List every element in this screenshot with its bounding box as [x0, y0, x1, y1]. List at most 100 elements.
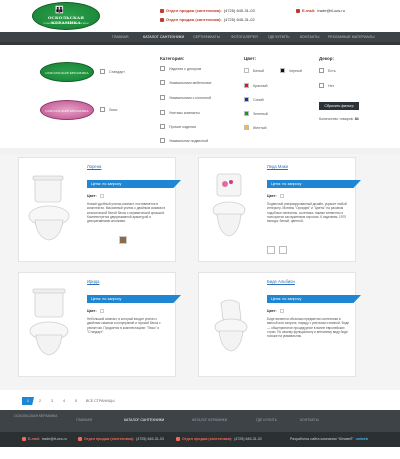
color-label: Зеленый — [253, 111, 268, 116]
color-item-red[interactable]: Красный — [244, 83, 267, 88]
lux-checkbox[interactable] — [100, 107, 105, 112]
footer-logo[interactable]: ОСКОЛЬСКАЯ КЕРАМИКА — [14, 414, 58, 428]
footer-phone-number[interactable]: (4725) 645-31-03 — [136, 437, 164, 441]
page-4[interactable]: 4 — [58, 397, 70, 405]
category-item[interactable]: Унитазы компакты — [160, 110, 200, 115]
category-checkbox[interactable] — [160, 66, 165, 71]
category-checkbox[interactable] — [160, 95, 165, 100]
color-swatch[interactable] — [244, 68, 249, 73]
color-swatch[interactable] — [244, 125, 249, 130]
color-item-blue[interactable]: Синий — [244, 97, 264, 102]
footer-nav-catalog[interactable]: КАТАЛОГ САНТЕХНИКИ — [124, 418, 164, 422]
product-card: Ирида Цена: по запросу Цвет: Небольшой к… — [18, 272, 181, 377]
product-count: Количество товаров: 84 — [319, 117, 359, 121]
color-swatch — [99, 309, 104, 313]
price-bar: Цена: по запросу — [87, 295, 181, 303]
nav-gallery[interactable]: ФОТОГАЛЕРЕЯ — [231, 32, 258, 42]
product-description: Биде является обычным предметом сантехни… — [267, 317, 350, 339]
category-label: Изделия с декором — [169, 66, 202, 71]
category-item[interactable]: Умывальники мебельные — [160, 80, 211, 85]
phone-number[interactable]: (4725) 645-31-02 — [224, 17, 255, 22]
product-name[interactable]: Лорена — [87, 164, 101, 169]
product-image[interactable] — [23, 279, 83, 369]
page-5[interactable]: 5 — [70, 397, 82, 405]
category-item[interactable]: Умывальник подвесной — [160, 138, 208, 143]
lux-thumb[interactable]: ОСКОЛЬСКАЯ КЕРАМИКА — [40, 100, 94, 120]
developer-brand[interactable]: uniweb — [356, 437, 368, 441]
standard-thumb-text: ОСКОЛЬСКАЯ КЕРАМИКА — [45, 71, 89, 75]
product-image[interactable] — [23, 164, 83, 254]
decor-checkbox[interactable] — [319, 68, 324, 73]
all-pages-link[interactable]: ВСЕ СТРАНИЦЫ — [86, 399, 115, 403]
color-swatch[interactable] — [280, 68, 285, 73]
category-item[interactable]: Прочие изделия — [160, 124, 196, 129]
phone-icon — [160, 8, 164, 13]
footer-nav-where[interactable]: ГДЕ КУПИТЬ — [256, 418, 277, 422]
page-1[interactable]: 1 — [22, 397, 34, 405]
email-link[interactable]: trade@tt-ocs.ru — [317, 8, 345, 13]
product-name[interactable]: Биде Альбион — [267, 279, 295, 284]
footer-email-link[interactable]: trade@tt-ocs.ru — [42, 437, 67, 441]
category-checkbox[interactable] — [160, 110, 165, 115]
standard-thumb[interactable]: ОСКОЛЬСКАЯ КЕРАМИКА — [40, 62, 94, 82]
footer-nav-contacts[interactable]: КОНТАКТЫ — [300, 418, 319, 422]
phone-number[interactable]: (4725) 645-31-03 — [224, 8, 255, 13]
filter-lux[interactable]: Люкс — [100, 107, 117, 112]
color-row: Цвет: — [87, 194, 104, 198]
logo-slogan: Сантехника для всей семьи — [43, 21, 89, 25]
decor-label: Есть — [328, 68, 336, 73]
category-label: Умывальники мебельные — [169, 80, 212, 85]
page-3[interactable]: 3 — [46, 397, 58, 405]
color-swatch[interactable] — [244, 83, 249, 88]
nav-certificates[interactable]: СЕРТИФИКАТЫ — [193, 32, 220, 42]
product-mini-thumb[interactable] — [119, 236, 127, 244]
category-label: Умывальник подвесной — [169, 138, 209, 143]
filter-standard[interactable]: Стандарт — [100, 69, 125, 74]
email-label: E-mail: — [302, 8, 316, 13]
price-bar: Цена: по запросу — [267, 295, 361, 303]
logo[interactable]: 👪 ОСКОЛЬСКАЯ КЕРАМИКА Сантехника для все… — [32, 2, 100, 30]
header: 👪 ОСКОЛЬСКАЯ КЕРАМИКА Сантехника для все… — [0, 0, 400, 32]
nav-catalog[interactable]: КАТАЛОГ САНТЕХНИКИ — [143, 32, 184, 42]
color-item-yellow[interactable]: Желтый — [244, 125, 267, 130]
product-name[interactable]: Ирида — [87, 279, 99, 284]
category-item[interactable]: Изделия с декором — [160, 66, 201, 71]
nav-home[interactable]: ГЛАВНАЯ — [112, 32, 128, 42]
standard-checkbox[interactable] — [100, 69, 105, 74]
nav-ads[interactable]: РЕКЛАМНЫЕ МАТЕРИАЛЫ — [328, 32, 375, 42]
product-image[interactable] — [203, 164, 263, 254]
decor-item-yes[interactable]: Есть — [319, 68, 336, 73]
reset-filter-button[interactable]: Сбросить фильтр — [319, 102, 359, 110]
nav-contacts[interactable]: КОНТАКТЫ — [300, 32, 319, 42]
footer-phone-number[interactable]: (4725) 645-31-02 — [234, 437, 262, 441]
decor-item-no[interactable]: Нет — [319, 83, 334, 88]
color-swatch[interactable] — [244, 111, 249, 116]
product-name[interactable]: Леда Маки — [267, 164, 288, 169]
color-swatch[interactable] — [244, 97, 249, 102]
category-label: Умывальники с колонной — [169, 95, 212, 100]
nav-where-to-buy[interactable]: ГДЕ КУПИТЬ — [268, 32, 290, 42]
price-bar: Цена: по запросу — [267, 180, 361, 188]
decor-label: Нет — [328, 83, 335, 88]
header-email: E-mail: trade@tt-ocs.ru — [296, 6, 345, 15]
family-figures-icon: 👪 — [55, 7, 64, 14]
color-title: Цвет: — [244, 56, 257, 61]
color-item-white[interactable]: Белый — [244, 68, 264, 73]
category-checkbox[interactable] — [160, 138, 165, 143]
decor-checkbox[interactable] — [319, 83, 324, 88]
category-label: Унитазы компакты — [169, 110, 200, 115]
page-2[interactable]: 2 — [34, 397, 46, 405]
category-checkbox[interactable] — [160, 124, 165, 129]
footer-nav-ceramics[interactable]: КАТАЛОГ КЕРАМИКИ — [192, 418, 227, 422]
product-mini-thumb[interactable] — [279, 246, 287, 254]
color-label: Цвет: — [267, 309, 277, 313]
product-mini-thumb[interactable] — [267, 246, 275, 254]
footer-nav-home[interactable]: ГЛАВНАЯ — [76, 418, 92, 422]
color-item-black[interactable]: Черный — [280, 68, 302, 73]
product-image[interactable] — [203, 279, 263, 369]
count-label: Количество товаров: — [319, 117, 354, 121]
lux-label: Люкс — [109, 107, 118, 112]
category-checkbox[interactable] — [160, 80, 165, 85]
color-item-green[interactable]: Зеленый — [244, 111, 268, 116]
category-item[interactable]: Умывальники с колонной — [160, 95, 211, 100]
